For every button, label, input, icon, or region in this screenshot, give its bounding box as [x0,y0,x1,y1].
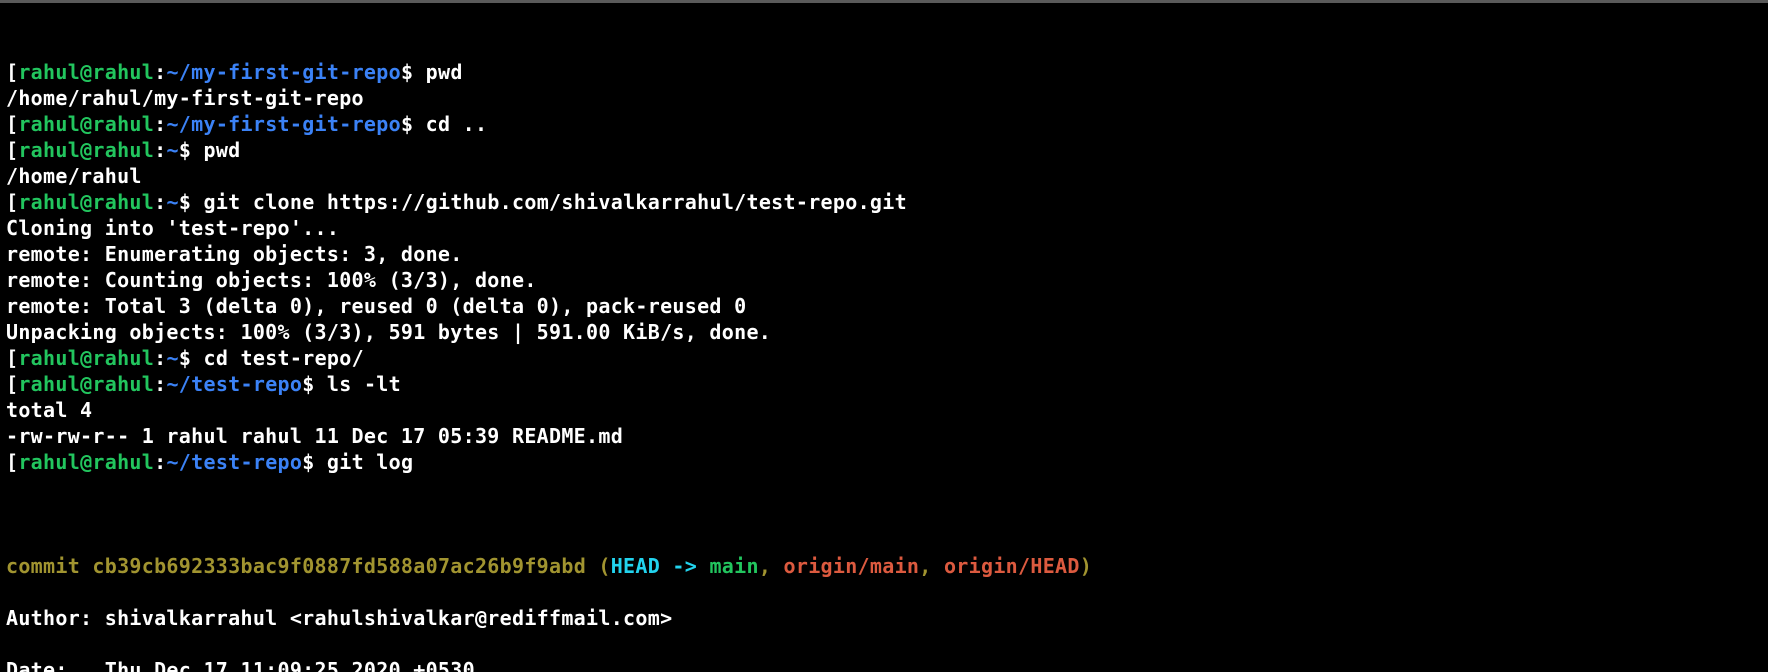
command-text: cd test-repo/ [204,346,364,370]
prompt-path: ~ [166,346,178,370]
prompt-path: ~/my-first-git-repo [166,112,400,136]
output-line: Cloning into 'test-repo'... [6,215,1762,241]
command-text: git log [327,450,413,474]
prompt-user: rahul [18,450,80,474]
prompt-host: rahul [92,60,154,84]
prompt-user: rahul [18,372,80,396]
output-line: /home/rahul [6,163,1762,189]
prompt-line: [rahul@rahul:~$ cd test-repo/ [6,345,1762,371]
prompt-dollar: $ [401,60,413,84]
prompt-dollar: $ [302,450,314,474]
prompt-line: [rahul@rahul:~/my-first-git-repo$ pwd [6,59,1762,85]
prompt-lbracket: [ [6,60,18,84]
prompt-line: [rahul@rahul:~$ git clone https://github… [6,189,1762,215]
gitlog-head: HEAD -> [611,554,697,578]
prompt-dollar: $ [401,112,413,136]
prompt-line: [rahul@rahul:~/test-repo$ ls -lt [6,371,1762,397]
output-line: remote: Counting objects: 100% (3/3), do… [6,267,1762,293]
output-text: remote: Enumerating objects: 3, done. [6,242,463,266]
prompt-lbracket: [ [6,450,18,474]
prompt-lbracket: [ [6,112,18,136]
prompt-user: rahul [18,60,80,84]
gitlog-commit-line: commit cb39cb692333bac9f0887fd588a07ac26… [6,553,1762,579]
prompt-line: [rahul@rahul:~/my-first-git-repo$ cd .. [6,111,1762,137]
prompt-host: rahul [92,138,154,162]
prompt-host: rahul [92,450,154,474]
prompt-line: [rahul@rahul:~$ pwd [6,137,1762,163]
output-text: Cloning into 'test-repo'... [6,216,339,240]
prompt-user: rahul [18,346,80,370]
output-line: total 4 [6,397,1762,423]
command-text: pwd [204,138,241,162]
gitlog-origin-head: origin/HEAD [944,554,1080,578]
prompt-dollar: $ [179,138,191,162]
output-line: remote: Enumerating objects: 3, done. [6,241,1762,267]
prompt-path: ~ [166,190,178,214]
command-text: pwd [426,60,463,84]
prompt-dollar: $ [302,372,314,396]
output-text: /home/rahul [6,164,142,188]
output-text: remote: Counting objects: 100% (3/3), do… [6,268,537,292]
prompt-path: ~/my-first-git-repo [166,60,400,84]
gitlog-commit-word: commit [6,554,92,578]
prompt-user: rahul [18,112,80,136]
gitlog-hash: cb39cb692333bac9f0887fd588a07ac26b9f9abd [92,554,586,578]
prompt-path: ~ [166,138,178,162]
prompt-host: rahul [92,112,154,136]
prompt-host: rahul [92,372,154,396]
prompt-path: ~/test-repo [166,450,302,474]
output-text: remote: Total 3 (delta 0), reused 0 (del… [6,294,746,318]
output-text: /home/rahul/my-first-git-repo [6,86,364,110]
prompt-dollar: $ [179,346,191,370]
gitlog-date: Date: Thu Dec 17 11:09:25 2020 +0530 [6,657,1762,672]
prompt-user: rahul [18,138,80,162]
gitlog-origin-main: origin/main [784,554,920,578]
prompt-lbracket: [ [6,138,18,162]
prompt-lbracket: [ [6,346,18,370]
output-text: total 4 [6,398,92,422]
prompt-path: ~/test-repo [166,372,302,396]
prompt-user: rahul [18,190,80,214]
output-line: -rw-rw-r-- 1 rahul rahul 11 Dec 17 05:39… [6,423,1762,449]
output-text: -rw-rw-r-- 1 rahul rahul 11 Dec 17 05:39… [6,424,623,448]
output-line: Unpacking objects: 100% (3/3), 591 bytes… [6,319,1762,345]
output-text: Unpacking objects: 100% (3/3), 591 bytes… [6,320,771,344]
command-text: git clone https://github.com/shivalkarra… [204,190,907,214]
gitlog-lparen: ( [586,554,611,578]
command-text: ls -lt [327,372,401,396]
prompt-dollar: $ [179,190,191,214]
prompt-host: rahul [92,190,154,214]
gitlog-author: Author: shivalkarrahul <rahulshivalkar@r… [6,605,1762,631]
terminal-viewport[interactable]: [rahul@rahul:~/my-first-git-repo$ pwd/ho… [0,3,1768,672]
gitlog-main: main [709,554,758,578]
prompt-host: rahul [92,346,154,370]
prompt-line: [rahul@rahul:~/test-repo$ git log [6,449,1762,475]
prompt-lbracket: [ [6,372,18,396]
prompt-lbracket: [ [6,190,18,214]
output-line: /home/rahul/my-first-git-repo [6,85,1762,111]
gitlog-rparen: ) [1080,554,1092,578]
output-line: remote: Total 3 (delta 0), reused 0 (del… [6,293,1762,319]
command-text: cd .. [426,112,488,136]
